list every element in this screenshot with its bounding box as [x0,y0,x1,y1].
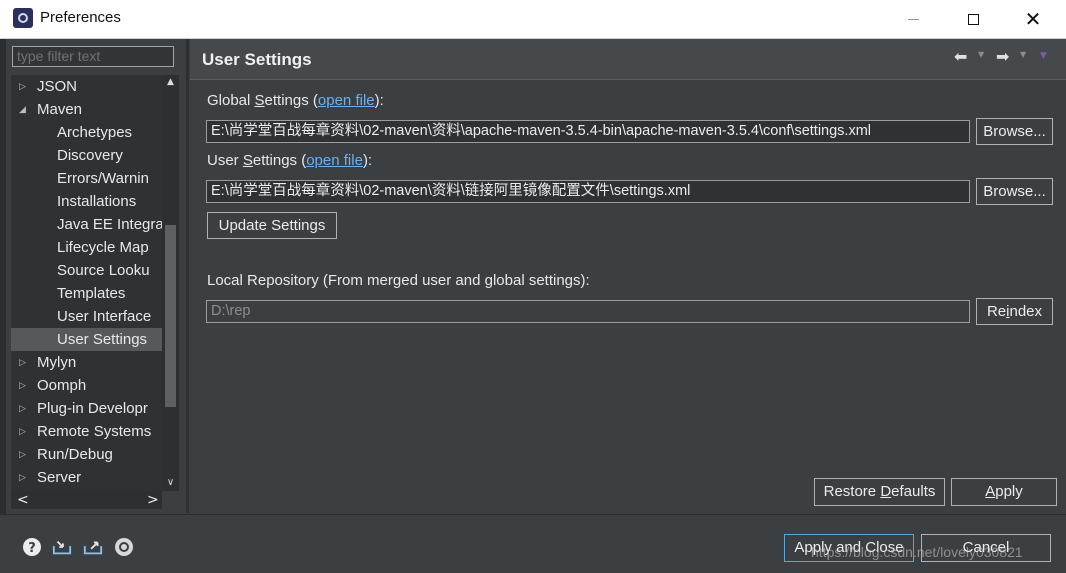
back-dropdown-icon[interactable]: ▼ [978,50,984,59]
scroll-left-icon[interactable]: < [17,491,29,509]
local-repository-field: D:\rep [206,300,970,323]
user-settings-field[interactable]: E:\尚学堂百战每章资料\02-maven\资料\链接阿里镜像配置文件\sett… [206,180,970,203]
settings-page: User Settings ⬅ ▼ ➡ ▼ ▼ Global Settings … [190,39,1066,513]
import-icon[interactable] [52,537,72,557]
scroll-thumb[interactable] [165,225,176,407]
scroll-corner [162,491,179,509]
label-text: Restore [823,483,881,500]
expand-arrow-icon[interactable]: ▷ [19,374,26,397]
watermark-text: https://blog.csdn.net/lovely030821 [811,544,1023,560]
tree-item-label: Errors/Warnin [57,170,149,187]
label-text: ettings ( [252,152,307,169]
scroll-down-icon[interactable]: ∨ [162,474,179,491]
local-repository-label: Local Repository (From merged user and g… [207,272,590,289]
minimize-button[interactable] [890,0,936,38]
maximize-button[interactable] [950,0,996,38]
user-settings-label: User Settings (open file): [207,152,372,169]
expand-arrow-icon[interactable]: ▷ [19,351,26,374]
preference-tree: ▷ JSON ◢ Maven Archetypes Discovery Errors/War… [11,75,162,491]
export-icon[interactable] [83,537,103,557]
tree-item-label: Plug-in Developr [37,400,148,417]
tree-item-label: User Settings [57,331,148,348]
mnemonic: A [985,483,996,500]
tree-item-label: Installations [57,193,137,210]
tree-item-label: User Interface [57,308,152,325]
label-text: Re [986,303,1007,320]
global-settings-label: Global Settings (open file): [207,92,384,109]
filter-input[interactable]: type filter text [12,46,174,67]
tree-item-label: Templates [57,285,126,302]
tree-item-label: Oomph [37,377,87,394]
forward-dropdown-icon[interactable]: ▼ [1020,50,1026,59]
tree-item-label: Mylyn [37,354,77,371]
reindex-button[interactable]: Reindex [976,298,1053,325]
eclipse-icon [13,8,33,28]
mnemonic: D [880,483,892,500]
tree-item-label: Run/Debug [37,446,113,463]
scroll-right-icon[interactable]: > [147,491,159,509]
label-text: User [207,152,243,169]
tree-item-label: Java EE Integra [57,216,162,233]
oomph-icon[interactable] [114,537,134,557]
tree-item-label: JSON [37,78,78,95]
mnemonic: S [242,152,253,169]
help-icon[interactable]: ? [22,537,42,557]
collapse-arrow-icon[interactable]: ◢ [19,98,26,121]
label-text: Global [207,92,255,109]
preference-tree-pane: type filter text ▷ JSON ◢ Maven Archetypes Di… [6,39,184,513]
svg-text:?: ? [28,541,36,556]
tree-item[interactable]: User Settings [11,328,162,351]
page-title: User Settings [202,50,312,69]
label-text: ettings ( [264,92,318,109]
tree-item-label: Maven [37,101,83,118]
preferences-window: Preferences ✕ type filter text ▷ JSON ◢ Mav… [0,0,1066,573]
mnemonic: S [254,92,265,109]
expand-arrow-icon[interactable]: ▷ [19,420,26,443]
close-icon: ✕ [1024,7,1042,31]
expand-arrow-icon[interactable]: ▷ [19,397,26,420]
user-open-file-link[interactable]: open file [306,152,363,169]
tree-vertical-scrollbar[interactable]: ▲ ∨ [162,75,179,491]
tree-item-label: Archetypes [57,124,133,141]
apply-button[interactable]: Apply [951,478,1057,506]
expand-arrow-icon[interactable]: ▷ [19,443,26,466]
forward-arrow-icon[interactable]: ➡ [996,47,1009,66]
expand-arrow-icon[interactable]: ▷ [19,75,26,98]
page-header: User Settings ⬅ ▼ ➡ ▼ ▼ [190,39,1066,80]
back-arrow-icon[interactable]: ⬅ [954,47,967,66]
tree-item-label: Remote Systems [37,423,152,440]
maximize-icon [967,13,979,25]
restore-defaults-button[interactable]: Restore Defaults [814,478,945,506]
scroll-up-icon[interactable]: ▲ [162,75,179,89]
global-browse-button[interactable]: Browse... [976,118,1053,145]
label-text: ndex [1009,303,1043,320]
close-button[interactable]: ✕ [1010,0,1056,38]
window-title: Preferences [40,9,121,26]
tree-item-label: Lifecycle Map [57,239,149,256]
label-text: ): [374,92,384,109]
tree-horizontal-scrollbar[interactable]: < > [11,491,162,509]
tree-item-label: Discovery [57,147,123,164]
minimize-icon [907,18,919,20]
global-open-file-link[interactable]: open file [318,92,375,109]
user-browse-button[interactable]: Browse... [976,178,1053,205]
update-settings-button[interactable]: Update Settings [207,212,337,239]
label-text: efaults [891,483,936,500]
view-menu-icon[interactable]: ▼ [1040,51,1047,61]
title-bar: Preferences ✕ [0,0,1066,39]
pane-sash[interactable] [186,39,189,513]
label-text: pply [995,483,1023,500]
tree-item-label: Source Looku [57,262,150,279]
expand-arrow-icon[interactable]: ▷ [19,466,26,489]
global-settings-field[interactable]: E:\尚学堂百战每章资料\02-maven\资料\apache-maven-3.… [206,120,970,143]
tree-item-label: Server [37,469,82,486]
label-text: ): [362,152,373,169]
